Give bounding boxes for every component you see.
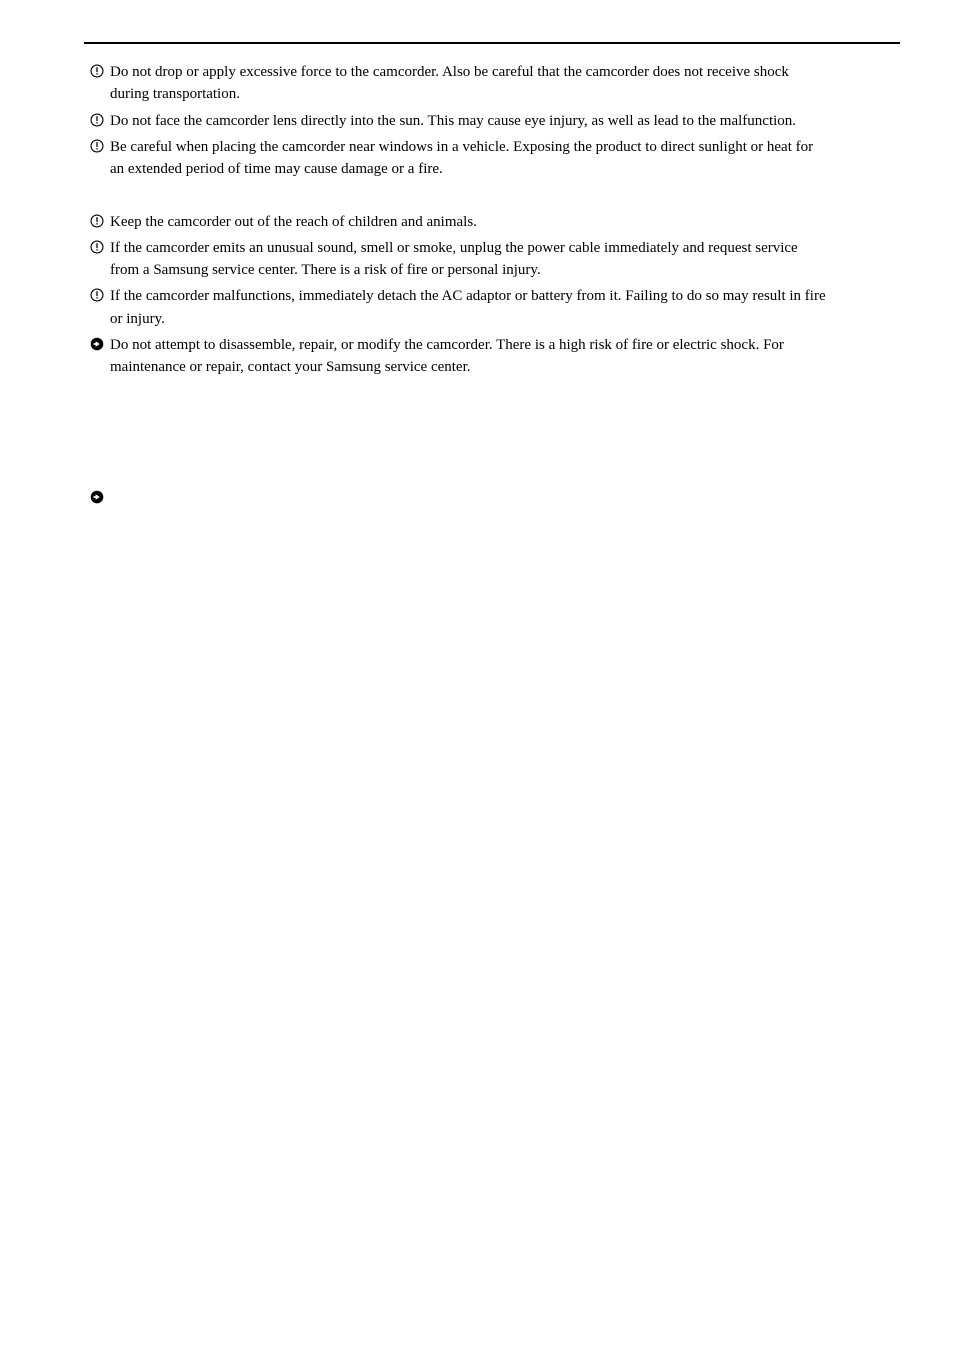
text-line: Be careful when placing the camcorder ne… — [110, 137, 900, 157]
list-item: If the camcorder emits an unusual sound,… — [84, 238, 900, 283]
item-text: Keep the camcorder out of the reach of c… — [110, 212, 900, 234]
item-icon-slot — [84, 286, 110, 302]
safety-items: Do not drop or apply excessive force to … — [84, 62, 900, 511]
list-item: Be careful when placing the camcorder ne… — [84, 137, 900, 182]
warning-icon — [90, 214, 104, 228]
item-icon-slot — [84, 383, 110, 385]
item-text: If the camcorder malfunctions, immediate… — [110, 286, 900, 331]
warning-icon — [90, 64, 104, 78]
item-text — [110, 462, 900, 484]
list-item — [84, 436, 900, 458]
item-icon-slot — [84, 111, 110, 127]
list-item — [84, 488, 900, 510]
text-line: an extended period of time may cause dam… — [110, 159, 900, 179]
item-text — [110, 436, 900, 458]
item-text — [110, 410, 900, 432]
item-icon-slot — [84, 488, 110, 504]
text-line: Do not face the camcorder lens directly … — [110, 111, 900, 131]
arrow-right-circle-icon — [90, 337, 104, 351]
warning-icon — [90, 288, 104, 302]
text-line: Keep the camcorder out of the reach of c… — [110, 212, 900, 232]
text-line: maintenance or repair, contact your Sams… — [110, 357, 900, 377]
text-line: during transportation. — [110, 84, 900, 104]
text-line — [110, 410, 900, 430]
arrow-right-circle-icon — [90, 490, 104, 504]
item-icon-slot — [84, 62, 110, 78]
warning-icon — [90, 139, 104, 153]
list-item — [84, 383, 900, 405]
item-icon-slot — [84, 185, 110, 187]
item-text — [110, 383, 900, 405]
text-line: Do not attempt to disassemble, repair, o… — [110, 335, 900, 355]
text-line — [110, 436, 900, 456]
item-text: Do not drop or apply excessive force to … — [110, 62, 900, 107]
item-text: If the camcorder emits an unusual sound,… — [110, 238, 900, 283]
item-icon-slot — [84, 335, 110, 351]
item-text: Do not attempt to disassemble, repair, o… — [110, 335, 900, 380]
list-item: Do not attempt to disassemble, repair, o… — [84, 335, 900, 380]
item-text — [110, 488, 900, 510]
list-item: Do not drop or apply excessive force to … — [84, 62, 900, 107]
text-line: If the camcorder emits an unusual sound,… — [110, 238, 900, 258]
warning-icon — [90, 113, 104, 127]
text-line: If the camcorder malfunctions, immediate… — [110, 286, 900, 306]
text-line — [110, 462, 900, 482]
text-line — [110, 488, 900, 508]
list-item — [84, 185, 900, 207]
item-text: Be careful when placing the camcorder ne… — [110, 137, 900, 182]
list-item — [84, 462, 900, 484]
item-icon-slot — [84, 436, 110, 438]
text-line: or injury. — [110, 309, 900, 329]
item-icon-slot — [84, 137, 110, 153]
list-item — [84, 410, 900, 432]
list-item: If the camcorder malfunctions, immediate… — [84, 286, 900, 331]
item-icon-slot — [84, 212, 110, 228]
item-icon-slot — [84, 238, 110, 254]
text-line — [110, 383, 900, 403]
list-item: Do not face the camcorder lens directly … — [84, 111, 900, 133]
header-rule — [84, 42, 900, 44]
list-item: Keep the camcorder out of the reach of c… — [84, 212, 900, 234]
item-icon-slot — [84, 410, 110, 412]
text-line: Do not drop or apply excessive force to … — [110, 62, 900, 82]
item-icon-slot — [84, 462, 110, 464]
text-line: from a Samsung service center. There is … — [110, 260, 900, 280]
warning-icon — [90, 240, 104, 254]
text-line — [110, 185, 900, 205]
item-text: Do not face the camcorder lens directly … — [110, 111, 900, 133]
item-text — [110, 185, 900, 207]
